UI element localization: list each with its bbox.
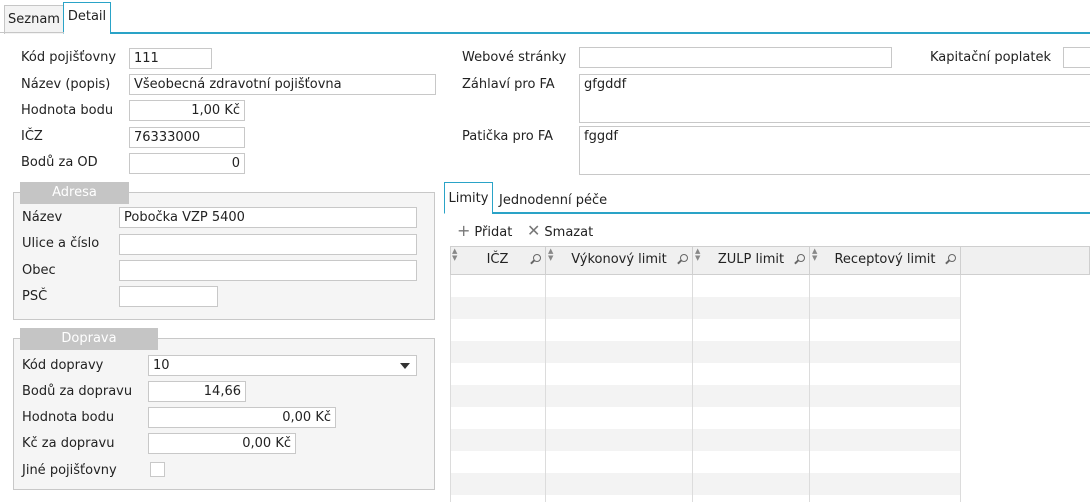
search-icon[interactable] — [797, 254, 805, 262]
x-icon: ✕ — [527, 221, 541, 240]
column-header-receptovy-limit-label: Receptový limit — [834, 252, 936, 267]
adresa-legend: Adresa — [20, 182, 129, 204]
paticka-label: Patička pro FA — [462, 129, 554, 144]
adresa-nazev-label: Název — [22, 210, 63, 225]
kapitacni-poplatek-field[interactable] — [1063, 47, 1090, 68]
kc-za-dopravu-label: Kč za dopravu — [22, 436, 115, 451]
body-za-dopravu-label: Bodů za dopravu — [22, 384, 133, 399]
body-za-od-field[interactable]: 0 — [129, 153, 245, 174]
top-tabs-underline — [110, 32, 1090, 34]
sort-icon[interactable]: ▲ ▼ — [548, 248, 553, 262]
tab-seznam[interactable]: Seznam — [4, 5, 64, 34]
column-header-vykonovy-limit[interactable]: ▲ ▼ Výkonový limit — [546, 246, 693, 274]
jine-pojistovny-label: Jiné pojišťovny — [22, 463, 117, 478]
adresa-nazev-field[interactable]: Pobočka VZP 5400 — [119, 207, 417, 228]
webove-stranky-label: Webové stránky — [462, 50, 567, 65]
grid-column-divider — [450, 275, 451, 502]
webove-stranky-field[interactable] — [579, 47, 892, 68]
paticka-textarea[interactable]: fggdf — [579, 126, 1090, 175]
column-header-receptovy-limit[interactable]: ▲ ▼ Receptový limit — [810, 246, 961, 274]
column-header-icz-label: IČZ — [486, 252, 509, 267]
grid-row-stripe — [450, 297, 961, 319]
delete-button[interactable]: ✕ Smazat — [527, 222, 593, 242]
grid-row-stripe — [450, 341, 961, 363]
tab-limity[interactable]: Limity — [444, 182, 493, 214]
nazev-popis-label: Název (popis) — [21, 77, 111, 92]
grid-row-stripe — [450, 429, 961, 451]
hodnota-bodu-field[interactable]: 1,00 Kč — [129, 100, 245, 121]
limity-grid: ▲ ▼ IČZ ▲ ▼ Výkonový limit ▲ ▼ ZULP limit ▲… — [450, 246, 1090, 502]
plus-icon: + — [457, 221, 471, 240]
grid-column-divider — [545, 275, 546, 502]
doprava-hodnota-bodu-field[interactable]: 0,00 Kč — [148, 407, 336, 428]
grid-column-divider — [692, 275, 693, 502]
grid-column-divider — [809, 275, 810, 502]
icz-field[interactable]: 76333000 — [129, 127, 245, 148]
kod-pojistovny-field[interactable]: 111 — [129, 48, 212, 69]
ulice-label: Ulice a číslo — [22, 236, 100, 251]
jine-pojistovny-checkbox[interactable] — [150, 462, 165, 477]
zahlavi-textarea[interactable]: gfgddf — [579, 74, 1090, 123]
obec-label: Obec — [22, 263, 56, 278]
doprava-legend: Doprava — [20, 328, 158, 350]
sort-icon[interactable]: ▲ ▼ — [812, 248, 817, 262]
psc-label: PSČ — [22, 289, 48, 304]
kod-dopravy-label: Kód dopravy — [22, 358, 104, 373]
grid-row-stripe — [450, 473, 961, 495]
top-tabs-underline-left — [0, 32, 64, 33]
doprava-hodnota-bodu-label: Hodnota bodu — [22, 410, 115, 425]
grid-column-divider — [960, 275, 961, 502]
search-icon[interactable] — [680, 254, 688, 262]
chevron-down-icon[interactable] — [400, 363, 410, 369]
obec-field[interactable] — [119, 260, 417, 281]
grid-row-stripe — [450, 385, 961, 407]
add-button[interactable]: + Přidat — [457, 222, 512, 242]
column-header-vykonovy-limit-label: Výkonový limit — [571, 252, 667, 267]
grid-body — [450, 275, 961, 502]
body-za-od-label: Bodů za OD — [21, 155, 98, 170]
search-icon[interactable] — [948, 254, 956, 262]
kc-za-dopravu-field[interactable]: 0,00 Kč — [148, 433, 296, 454]
kod-dopravy-value: 10 — [153, 358, 170, 373]
kod-pojistovny-label: Kód pojišťovny — [21, 50, 117, 65]
sort-icon[interactable]: ▲ ▼ — [452, 248, 457, 262]
zahlavi-label: Záhlaví pro FA — [462, 77, 555, 92]
sub-tabs-underline — [492, 212, 1090, 214]
column-header-icz[interactable]: ▲ ▼ IČZ — [450, 246, 546, 274]
icz-label: IČZ — [21, 129, 43, 144]
add-button-label: Přidat — [474, 225, 513, 240]
kod-dopravy-select[interactable]: 10 — [148, 355, 417, 376]
delete-button-label: Smazat — [544, 225, 594, 240]
kapitacni-poplatek-label: Kapitační poplatek — [930, 50, 1051, 65]
nazev-popis-field[interactable]: Všeobecná zdravotní pojišťovna — [129, 74, 436, 95]
ulice-field[interactable] — [119, 234, 417, 255]
body-za-dopravu-field[interactable]: 14,66 — [148, 381, 246, 402]
search-icon[interactable] — [533, 254, 541, 262]
sort-icon[interactable]: ▲ ▼ — [695, 248, 700, 262]
hodnota-bodu-label: Hodnota bodu — [21, 103, 114, 118]
column-header-zulp-limit-label: ZULP limit — [717, 252, 785, 267]
tab-jednodenni-pece[interactable]: Jednodenní péče — [499, 192, 607, 210]
column-header-zulp-limit[interactable]: ▲ ▼ ZULP limit — [693, 246, 810, 274]
psc-field[interactable] — [119, 286, 218, 307]
tab-detail[interactable]: Detail — [63, 2, 111, 34]
